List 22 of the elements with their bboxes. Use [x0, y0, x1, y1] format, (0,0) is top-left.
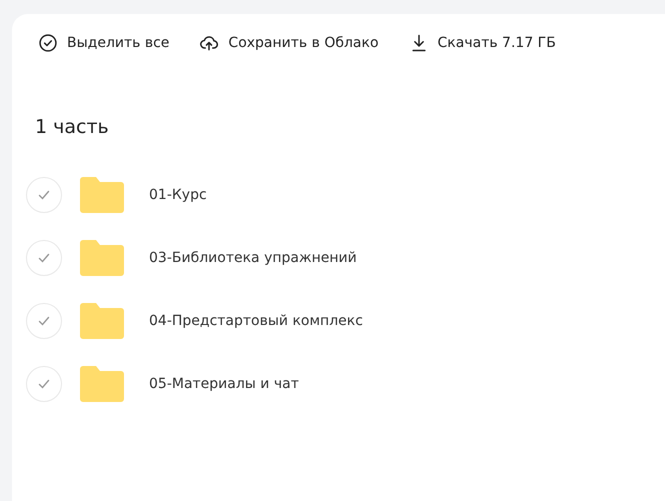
select-checkbox[interactable]: [26, 366, 62, 402]
folder-name[interactable]: 03-Библиотека упражнений: [149, 250, 357, 266]
folder-icon: [80, 176, 124, 212]
select-checkbox[interactable]: [26, 240, 62, 276]
folder-name[interactable]: 05-Материалы и чат: [149, 376, 299, 392]
section-title: 1 часть: [35, 115, 110, 140]
folder-icon: [80, 302, 124, 338]
check-icon: [38, 190, 50, 200]
folder-icon: [80, 366, 124, 402]
folder-icon: [80, 240, 124, 276]
toolbar-button[interactable]: Сохранить в Облако: [199, 33, 379, 53]
folder-name[interactable]: 04-Предстартовый комплекс: [149, 312, 363, 328]
check-circle-icon: [38, 33, 58, 53]
check-icon: [38, 378, 50, 388]
cloud-upload-icon: [199, 33, 220, 53]
check-icon: [38, 316, 50, 326]
toolbar-button[interactable]: Выделить все: [38, 33, 170, 53]
select-checkbox[interactable]: [26, 176, 62, 212]
check-icon: [38, 252, 50, 262]
select-checkbox[interactable]: [26, 302, 62, 338]
toolbar-button[interactable]: Скачать 7.17 ГБ: [408, 33, 556, 53]
folder-name[interactable]: 01-Курс: [149, 186, 207, 202]
